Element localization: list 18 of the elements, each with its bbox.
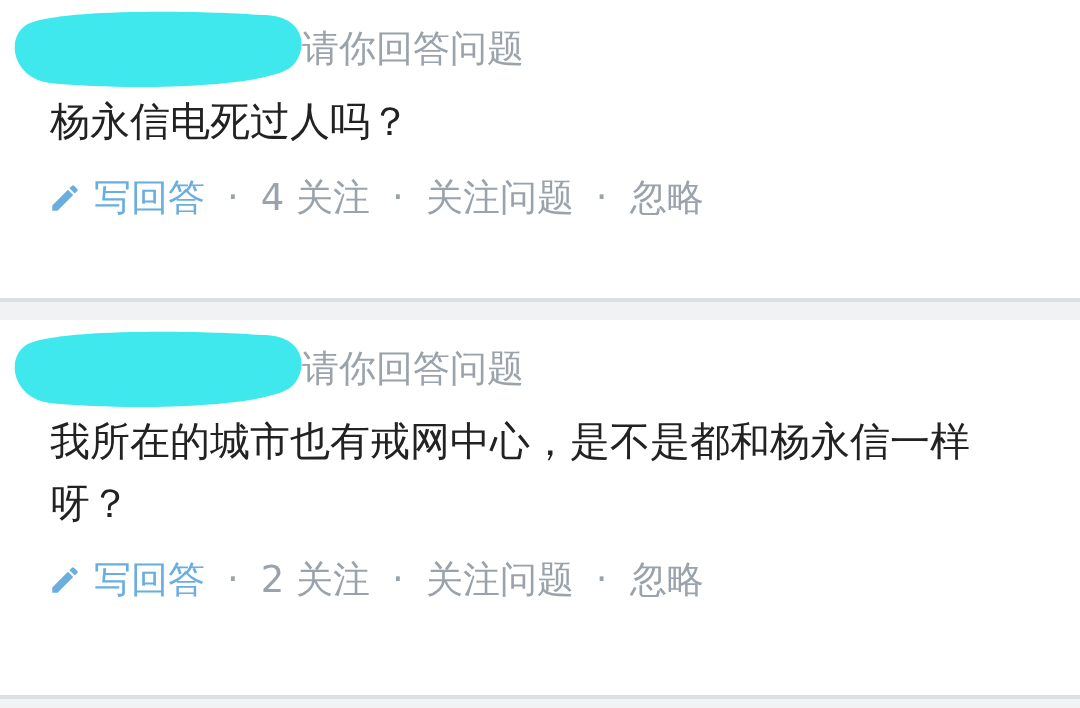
write-answer-button[interactable]: 写回答 bbox=[48, 170, 205, 226]
write-answer-button[interactable]: 写回答 bbox=[48, 552, 205, 608]
invite-text: 请你回答问题 bbox=[302, 29, 524, 67]
invite-text: 请你回答问题 bbox=[302, 349, 524, 387]
separator-dot: · bbox=[392, 557, 404, 603]
separator-dot: · bbox=[595, 175, 608, 221]
action-link[interactable]: 忽略 bbox=[629, 552, 704, 608]
separator-dot: · bbox=[392, 175, 404, 221]
separator-dot: · bbox=[227, 557, 239, 603]
action-link[interactable]: 忽略 bbox=[629, 170, 704, 226]
question-title[interactable]: 我所在的城市也有戒网中心，是不是都和杨永信一样呀？ bbox=[50, 410, 1030, 534]
separator-dot: · bbox=[595, 557, 608, 603]
action-link[interactable]: 关注问题 bbox=[425, 552, 574, 608]
action-link[interactable]: 关注问题 bbox=[425, 170, 574, 226]
question-title[interactable]: 杨永信电死过人吗？ bbox=[50, 90, 1030, 152]
action-link[interactable]: 4 关注 bbox=[260, 170, 371, 226]
action-link[interactable]: 2 关注 bbox=[260, 552, 371, 608]
separator-dot: · bbox=[227, 175, 239, 221]
